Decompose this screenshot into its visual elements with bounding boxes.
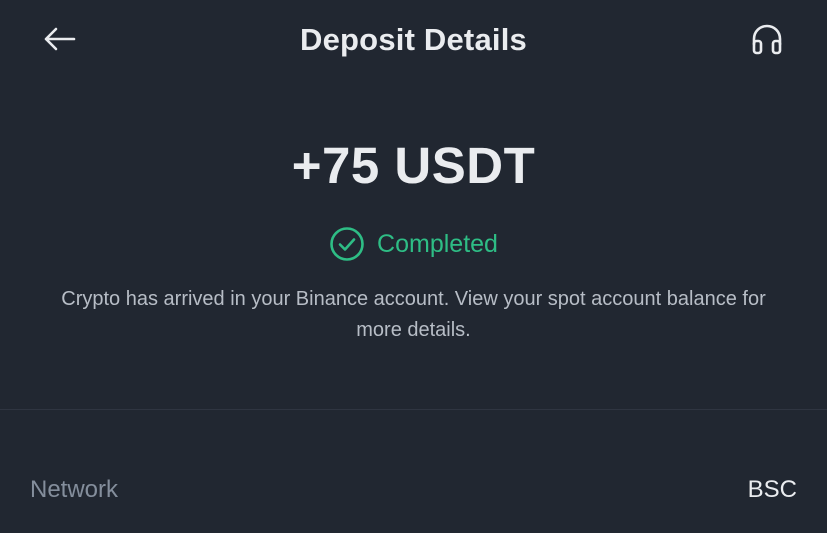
page-title: Deposit Details [300,22,527,57]
section-divider [0,409,827,410]
header-bar: Deposit Details [0,0,827,86]
status-badge: Completed [0,226,827,262]
deposit-amount: +75 USDT [291,137,536,194]
support-button[interactable] [744,20,790,64]
check-circle-icon [329,226,365,262]
status-text: Completed [377,229,498,258]
network-value: BSC [747,476,797,503]
status-description: Crypto has arrived in your Binance accou… [61,288,766,341]
detail-row-network: Network BSC [30,476,797,504]
headset-icon [749,22,785,63]
network-label: Network [30,476,119,503]
